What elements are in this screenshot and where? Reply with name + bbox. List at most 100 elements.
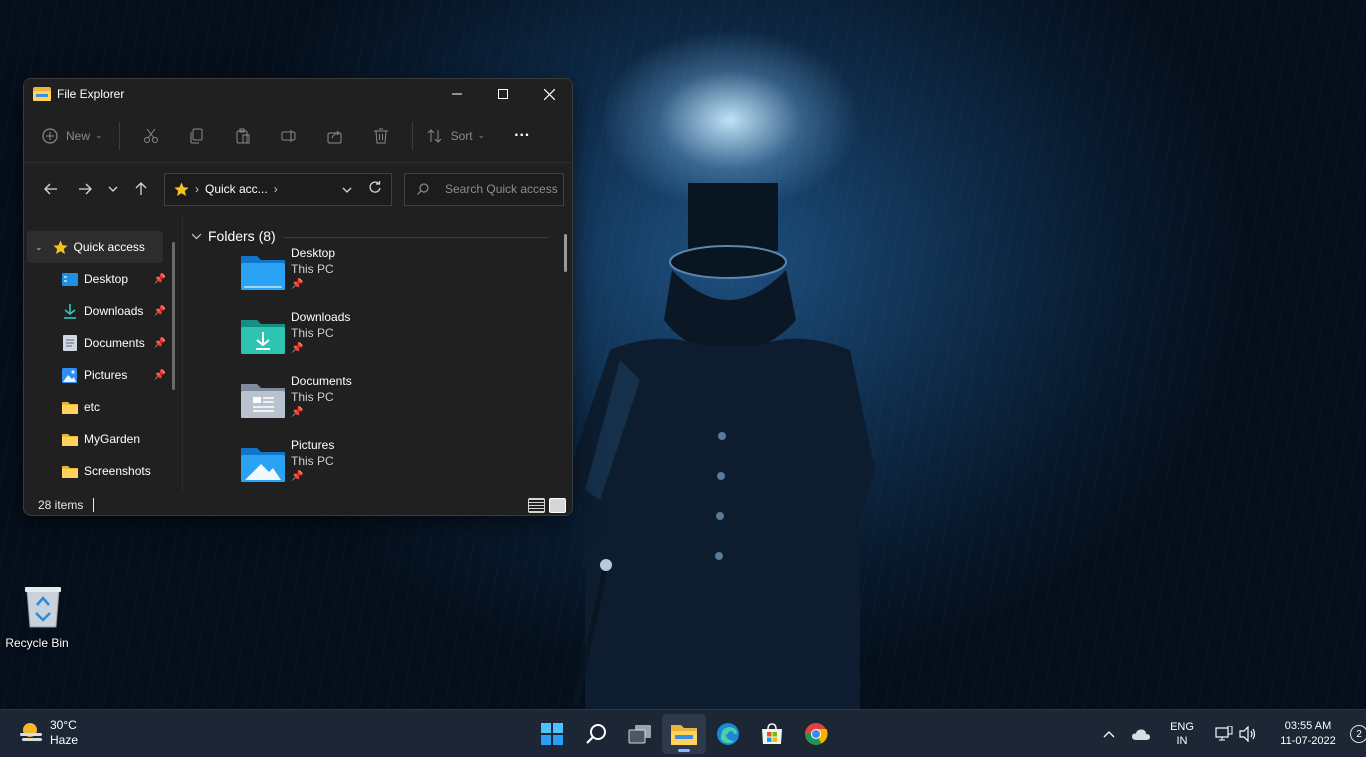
input-language-button[interactable]: ENG IN (1160, 720, 1204, 748)
search-placeholder: Search Quick access (445, 182, 558, 196)
ellipsis-icon: ··· (514, 126, 531, 144)
file-list: Folders (8) Desktop This PC 📌 Downloads … (183, 216, 572, 493)
title-bar[interactable]: File Explorer (24, 79, 572, 109)
toolbar-divider (118, 121, 120, 150)
notification-badge[interactable]: 2 (1350, 725, 1366, 743)
store-icon (762, 723, 782, 744)
sidebar-item-mygarden[interactable]: MyGarden (24, 423, 174, 455)
edge-taskbar-button[interactable] (706, 714, 750, 754)
copy-icon (190, 128, 203, 143)
folders-group-header[interactable]: Folders (8) (191, 228, 276, 244)
sort-button-label: Sort (450, 128, 473, 143)
sidebar-item-label: Quick access (73, 240, 145, 254)
details-view-button[interactable] (528, 497, 545, 513)
search-icon (417, 183, 429, 195)
task-view-button[interactable] (618, 714, 662, 754)
taskbar: 30°C Haze ENG IN 03:55 AM 11-07-2022 2 (0, 709, 1366, 757)
sort-icon (427, 128, 441, 143)
content-scrollbar[interactable] (564, 234, 567, 272)
folder-tile-downloads[interactable]: Downloads This PC 📌 (241, 310, 441, 374)
file-explorer-taskbar-button[interactable] (662, 714, 706, 754)
pin-icon: 📌 (153, 369, 166, 381)
folder-location: This PC (291, 454, 334, 468)
window-title: File Explorer (57, 87, 125, 101)
folder-icon (62, 465, 78, 478)
microsoft-store-taskbar-button[interactable] (750, 714, 794, 754)
minimize-icon (452, 93, 462, 95)
folder-tile-documents[interactable]: Documents This PC 📌 (241, 374, 441, 438)
share-button[interactable] (312, 120, 358, 152)
maximize-button[interactable] (480, 79, 526, 109)
delete-button[interactable] (358, 120, 404, 152)
sidebar-item-pictures[interactable]: Pictures 📌 (24, 359, 174, 391)
refresh-button[interactable] (368, 181, 381, 197)
refresh-icon (369, 181, 381, 193)
rename-button[interactable] (266, 120, 312, 152)
folder-icon (62, 433, 78, 446)
chevron-up-icon (1103, 731, 1115, 738)
file-explorer-window[interactable]: File Explorer New ⌄ Sort ⌄ ··· › Quick a… (23, 78, 573, 516)
paste-button[interactable] (220, 120, 266, 152)
sidebar-item-label: Desktop (84, 272, 129, 286)
desktop-folder-icon (62, 272, 78, 286)
sidebar-item-desktop[interactable]: Desktop 📌 (24, 263, 174, 295)
folder-tile-pictures[interactable]: Pictures This PC 📌 (241, 438, 441, 493)
more-options-button[interactable]: ··· (499, 120, 545, 152)
folder-icon (62, 401, 78, 414)
clock-button[interactable]: 03:55 AM 11-07-2022 (1270, 719, 1346, 749)
new-button[interactable]: New ⌄ (42, 120, 103, 152)
volume-button[interactable] (1236, 726, 1260, 742)
chevron-down-icon (191, 233, 202, 239)
sidebar-item-documents[interactable]: Documents 📌 (24, 327, 174, 359)
pin-icon: 📌 (291, 343, 304, 354)
chrome-taskbar-button[interactable] (794, 714, 838, 754)
onedrive-button[interactable] (1122, 728, 1160, 740)
downloads-folder-icon (241, 320, 285, 354)
minimize-button[interactable] (434, 79, 480, 109)
search-box[interactable]: Search Quick access (404, 172, 564, 206)
network-button[interactable] (1212, 726, 1236, 742)
new-button-label: New (66, 128, 91, 143)
chevron-down-icon: ⌄ (35, 241, 43, 252)
chevron-down-icon: ⌄ (95, 130, 103, 140)
recycle-bin-desktop-icon[interactable]: Recycle Bin (5, 585, 69, 650)
sidebar-item-quick-access[interactable]: ⌄ Quick access (27, 231, 163, 263)
forward-button[interactable] (68, 173, 102, 205)
cloud-icon (1132, 728, 1150, 740)
cut-button[interactable] (128, 120, 174, 152)
folder-location: This PC (291, 262, 334, 276)
close-button[interactable] (526, 79, 572, 109)
sidebar-item-screenshots[interactable]: Screenshots (24, 455, 174, 487)
sidebar-item-downloads[interactable]: Downloads 📌 (24, 295, 174, 327)
show-hidden-icons-button[interactable] (1096, 730, 1122, 738)
star-icon (52, 240, 68, 254)
address-bar[interactable]: › Quick acc... › (164, 172, 392, 206)
toolbar-divider (411, 121, 413, 150)
recycle-bin-label: Recycle Bin (5, 636, 69, 650)
sidebar-scrollbar[interactable] (172, 242, 175, 390)
windows-logo-icon (541, 723, 563, 745)
search-taskbar-button[interactable] (574, 714, 618, 754)
navigation-pane: ⌄ Quick access Desktop 📌 Downloads 📌 Doc… (24, 216, 175, 493)
back-button[interactable] (34, 173, 68, 205)
large-icons-view-button[interactable] (549, 497, 566, 513)
folder-name: Pictures (291, 438, 335, 452)
sidebar-item-label: Downloads (84, 304, 144, 318)
weather-widget[interactable]: 30°C Haze (18, 718, 78, 748)
weather-temperature: 30°C (50, 718, 77, 732)
sidebar-item-etc[interactable]: etc (24, 391, 174, 423)
start-button[interactable] (530, 714, 574, 754)
folder-name: Downloads (291, 310, 351, 324)
address-dropdown-button[interactable] (342, 182, 352, 196)
recent-locations-button[interactable] (102, 173, 124, 205)
up-button[interactable] (124, 173, 158, 205)
plus-circle-icon (42, 127, 58, 144)
arrow-left-icon (44, 183, 57, 195)
sort-button[interactable]: Sort ⌄ (427, 120, 485, 152)
address-text: Quick acc... (205, 182, 268, 196)
folder-tile-desktop[interactable]: Desktop This PC 📌 (241, 246, 441, 310)
status-divider (93, 498, 95, 512)
file-explorer-icon (33, 87, 51, 101)
copy-button[interactable] (174, 120, 220, 152)
documents-icon (63, 335, 77, 351)
